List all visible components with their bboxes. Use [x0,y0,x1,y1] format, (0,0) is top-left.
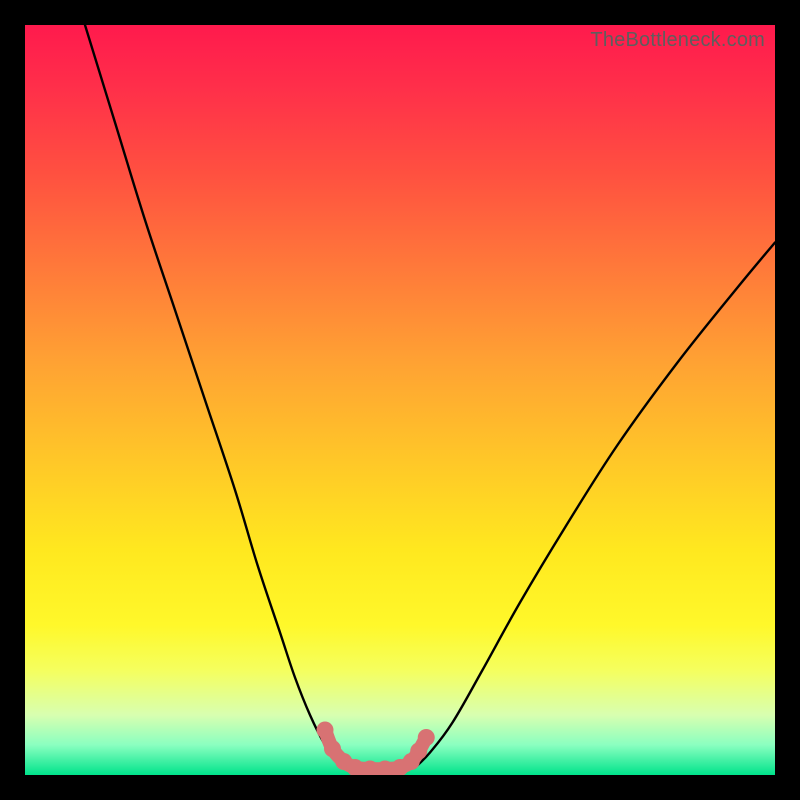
highlight-dot [317,722,334,739]
highlight-dot [324,740,341,757]
plot-area: TheBottleneck.com [25,25,775,775]
bottom-highlight-dots [317,722,435,776]
left-branch-path [85,25,348,768]
curve-layer [25,25,775,775]
chart-frame: TheBottleneck.com [0,0,800,800]
highlight-dot [418,729,435,746]
right-branch-path [415,243,775,768]
